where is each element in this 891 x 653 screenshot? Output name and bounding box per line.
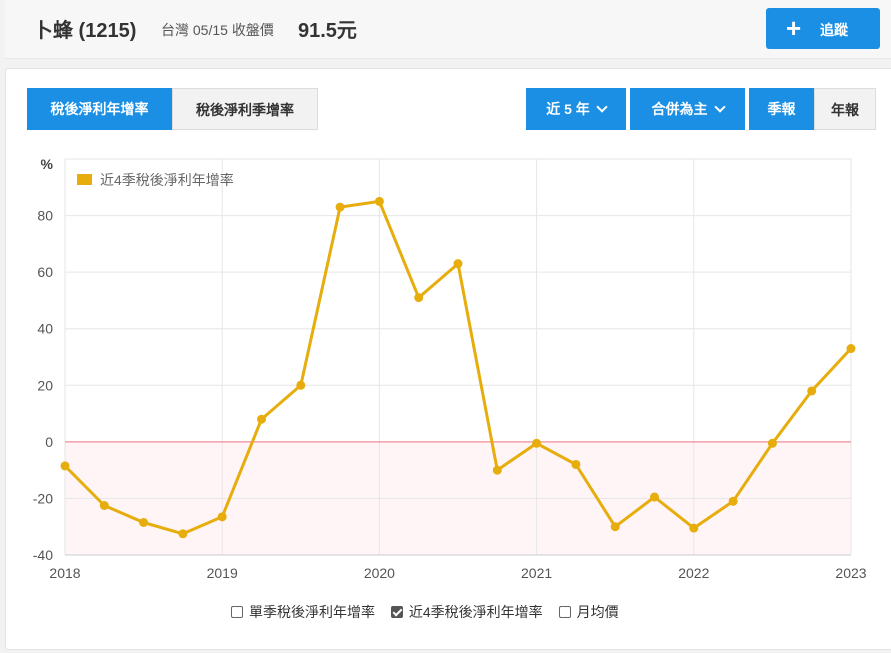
x-tick-label: 2022 <box>678 565 709 581</box>
x-tick-label: 2020 <box>364 565 395 581</box>
data-point <box>846 344 856 354</box>
y-tick-label: 80 <box>37 208 53 224</box>
checkbox-checked-icon <box>390 606 403 618</box>
stock-header: 卜蜂 (1215) 台灣 05/15 收盤價 91.5元 + 追蹤 <box>5 0 891 59</box>
y-axis-unit: % <box>41 156 54 172</box>
y-tick-label: -20 <box>33 490 53 506</box>
data-point <box>296 380 306 390</box>
toggle-label: 單季稅後淨利年增率 <box>249 604 375 620</box>
market-date: 台灣 05/15 收盤價 <box>161 22 274 38</box>
plus-icon: + <box>786 13 802 43</box>
data-point <box>257 414 266 424</box>
data-point <box>99 501 109 510</box>
data-point <box>571 459 581 469</box>
data-point <box>767 438 777 448</box>
toggle-label: 月均價 <box>576 604 619 620</box>
x-tick-label: 2018 <box>49 565 80 581</box>
y-tick-label: 40 <box>37 321 53 337</box>
data-point <box>492 465 502 475</box>
data-point <box>139 517 149 527</box>
data-point <box>807 386 817 396</box>
data-point <box>178 529 188 539</box>
series-toggle-legend: 單季稅後淨利年增率 近4季稅後淨利年增率 月均價 <box>231 602 631 622</box>
toggle-monthly-avg-price[interactable]: 月均價 <box>558 602 619 622</box>
stock-name: 卜蜂 (1215) <box>33 20 137 42</box>
legend-label: 近4季稅後淨利年增率 <box>100 172 234 188</box>
data-point <box>689 523 699 533</box>
data-point <box>650 492 659 502</box>
data-point <box>335 202 345 212</box>
toggle-label: 近4季稅後淨利年增率 <box>408 604 543 620</box>
y-tick-label: 0 <box>45 434 53 450</box>
closing-price: 91.5元 <box>298 20 357 42</box>
y-tick-label: -40 <box>33 547 53 563</box>
x-tick-label: 2021 <box>521 565 552 581</box>
data-point <box>532 438 542 448</box>
x-tick-label: 2019 <box>207 565 238 581</box>
checkbox-unchecked-icon <box>231 606 243 618</box>
data-point <box>60 461 70 471</box>
data-point <box>610 522 620 532</box>
track-button-label: 追蹤 <box>820 22 848 38</box>
y-tick-label: 60 <box>37 264 53 280</box>
line-chart: -40 -20 0 20 40 60 80% 2018 2019 2020 2021 2022 2023… <box>33 156 867 581</box>
data-point <box>728 496 738 506</box>
data-point <box>217 512 227 522</box>
toggle-quarterly-yoy[interactable]: 單季稅後淨利年增率 <box>231 602 375 622</box>
checkbox-unchecked-icon <box>558 606 571 618</box>
chart-card: 稅後淨利年增率 稅後淨利季增率 近 5 年 合併為主 季報 年報 -40 -20 0… <box>5 68 891 650</box>
data-point <box>453 259 463 269</box>
legend-swatch <box>77 174 92 185</box>
x-tick-label: 2023 <box>835 565 866 581</box>
toggle-4q-yoy[interactable]: 近4季稅後淨利年增率 <box>390 602 543 622</box>
track-button[interactable]: + 追蹤 <box>766 8 880 49</box>
data-point <box>414 293 424 303</box>
data-point <box>374 196 384 206</box>
y-tick-label: 20 <box>37 377 53 393</box>
